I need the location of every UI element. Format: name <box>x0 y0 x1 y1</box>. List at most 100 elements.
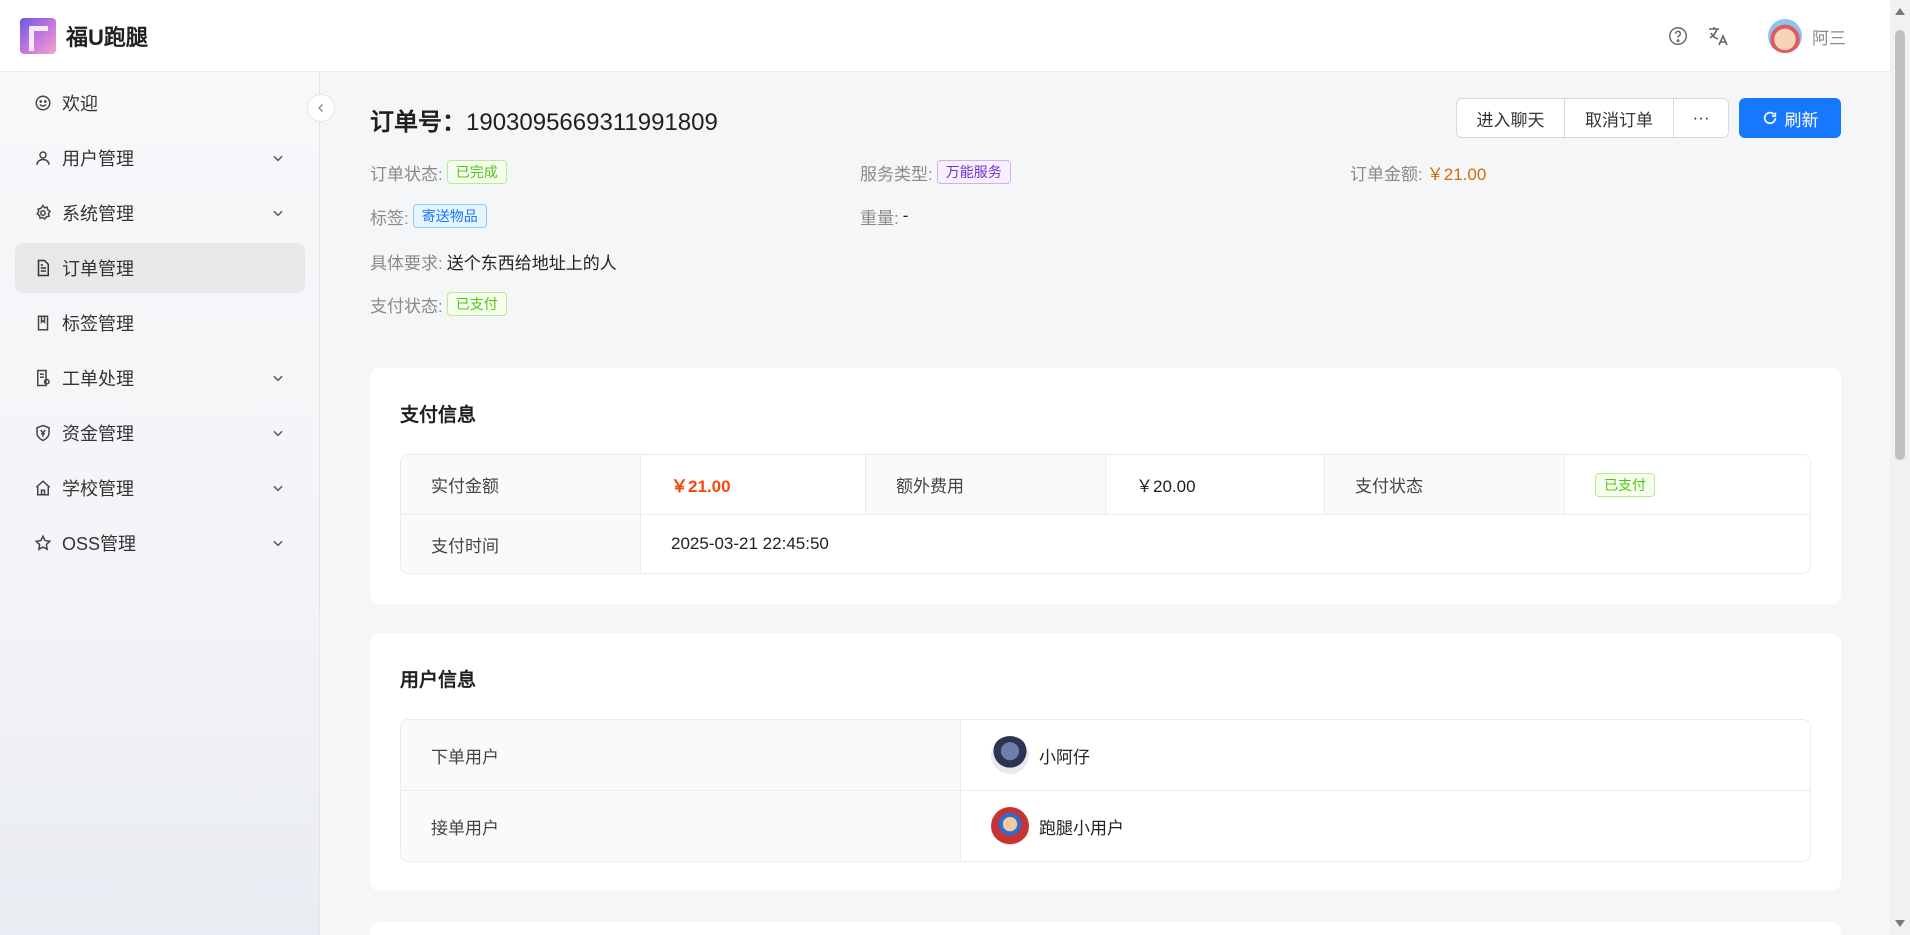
order-amount-field: 订单金额: ￥21.00 <box>1350 158 1486 186</box>
field-label: 具体要求: <box>370 253 443 273</box>
sidebar-item-welcome[interactable]: 欢迎 <box>15 78 305 128</box>
user-table: 下单用户 小阿仔 接单用户 跑腿小用户 <box>400 719 1811 862</box>
scroll-thumb[interactable] <box>1895 30 1905 460</box>
refresh-icon <box>1763 111 1776 125</box>
card-title: 支付信息 <box>400 405 477 426</box>
chevron-down-icon <box>271 535 285 555</box>
order-tag: 寄送物品 <box>412 204 487 228</box>
user-name[interactable]: 阿三 <box>1812 24 1846 49</box>
chevron-down-icon <box>271 425 285 445</box>
field-label: 服务类型: <box>860 164 933 184</box>
table-label: 支付状态 <box>1325 455 1565 514</box>
book-icon <box>34 314 52 332</box>
translate-icon[interactable] <box>1704 22 1732 50</box>
sidebar-item-school-management[interactable]: 学校管理 <box>15 463 305 513</box>
field-label: 订单金额: <box>1350 164 1423 184</box>
smile-icon <box>34 94 52 112</box>
weight-value: - <box>902 206 909 225</box>
order-number-label: 订单号： <box>370 109 466 136</box>
user-avatar[interactable] <box>1768 19 1802 53</box>
collapse-sidebar-button[interactable] <box>307 94 335 122</box>
table-label: 下单用户 <box>401 720 961 790</box>
payment-table: 实付金额 ￥21.00 额外费用 ￥20.00 支付状态 已支付 支付时间 20… <box>400 454 1811 574</box>
table-row: 下单用户 小阿仔 <box>401 720 1810 791</box>
table-label: 实付金额 <box>401 455 641 514</box>
home-icon <box>34 479 52 497</box>
order-amount-value: ￥21.00 <box>1426 164 1487 184</box>
sidebar-item-fund-management[interactable]: 资金管理 <box>15 408 305 458</box>
table-label: 支付时间 <box>401 515 641 573</box>
runner-user[interactable]: 跑腿小用户 <box>991 807 1124 845</box>
order-status-field: 订单状态: 已完成 <box>370 158 507 186</box>
user-info-card: 用户信息 下单用户 小阿仔 接单用户 跑腿小用户 <box>370 633 1841 891</box>
service-type-tag: 万能服务 <box>936 160 1011 184</box>
order-status-tag: 已完成 <box>446 160 507 184</box>
help-icon[interactable] <box>1664 22 1692 50</box>
tag-field: 标签: 寄送物品 <box>370 202 487 230</box>
chevron-down-icon <box>271 370 285 390</box>
star-icon <box>34 534 52 552</box>
field-label: 支付状态: <box>370 296 443 316</box>
sidebar-item-label: 用户管理 <box>62 149 134 169</box>
sidebar-item-order-management[interactable]: 订单管理 <box>15 243 305 293</box>
page-scrollbar[interactable] <box>1890 0 1910 935</box>
cancel-order-button[interactable]: 取消订单 <box>1565 99 1674 137</box>
scroll-up-arrow[interactable] <box>1895 8 1905 15</box>
runner-name: 跑腿小用户 <box>1039 818 1124 838</box>
main-content: 订单号：1903095669311991809 进入聊天 取消订单 ··· 刷新… <box>320 72 1890 935</box>
file-icon <box>34 259 52 277</box>
sidebar-item-label: 资金管理 <box>62 424 134 444</box>
orderer-name: 小阿仔 <box>1039 747 1090 767</box>
orderer-cell: 小阿仔 <box>961 720 1810 790</box>
table-row: 实付金额 ￥21.00 额外费用 ￥20.00 支付状态 已支付 <box>401 455 1810 515</box>
refresh-label: 刷新 <box>1784 110 1819 130</box>
sidebar-item-user-management[interactable]: 用户管理 <box>15 133 305 183</box>
sidebar-item-ticket-processing[interactable]: 工单处理 <box>15 353 305 403</box>
top-header: 福U跑腿 阿三 <box>0 0 1890 72</box>
app-title: 福U跑腿 <box>66 24 148 50</box>
field-label: 重量: <box>860 208 899 228</box>
enter-chat-button[interactable]: 进入聊天 <box>1457 99 1565 137</box>
ticket-icon <box>34 369 52 387</box>
scroll-down-arrow[interactable] <box>1895 920 1905 927</box>
page-title: 订单号：1903095669311991809 <box>370 102 718 137</box>
next-card <box>370 922 1841 935</box>
sidebar-item-tag-management[interactable]: 标签管理 <box>15 298 305 348</box>
payment-status-field: 支付状态: 已支付 <box>370 290 507 318</box>
extra-fee-value: ￥20.00 <box>1106 455 1325 514</box>
paid-amount-value: ￥21.00 <box>641 455 866 514</box>
runner-cell: 跑腿小用户 <box>961 791 1810 861</box>
chevron-left-icon <box>318 104 323 112</box>
table-label: 额外费用 <box>866 455 1106 514</box>
sidebar-item-label: 工单处理 <box>62 369 134 389</box>
user-icon <box>34 149 52 167</box>
payment-status-tag: 已支付 <box>1595 472 1655 497</box>
requirement-field: 具体要求: 送个东西给地址上的人 <box>370 247 617 275</box>
app-logo[interactable] <box>20 17 56 54</box>
orderer-user[interactable]: 小阿仔 <box>991 736 1090 774</box>
shield-yen-icon <box>34 424 52 442</box>
field-label: 标签: <box>370 208 409 228</box>
order-action-group: 进入聊天 取消订单 ··· <box>1456 98 1729 138</box>
sidebar-item-label: OSS管理 <box>62 534 137 554</box>
payment-status-cell: 已支付 <box>1565 455 1810 514</box>
sidebar-item-label: 学校管理 <box>62 479 134 499</box>
sidebar: 欢迎 用户管理 系统管理 订单管理 标签管理 工单处理 资金管理 学校管理 OS… <box>0 72 320 935</box>
table-label: 接单用户 <box>401 791 961 861</box>
order-number: 1903095669311991809 <box>466 109 718 136</box>
chevron-down-icon <box>271 150 285 170</box>
refresh-button[interactable]: 刷新 <box>1739 98 1841 138</box>
chevron-down-icon <box>271 480 285 500</box>
sidebar-item-system-management[interactable]: 系统管理 <box>15 188 305 238</box>
sidebar-item-label: 标签管理 <box>62 314 134 334</box>
avatar <box>991 736 1029 774</box>
table-row: 接单用户 跑腿小用户 <box>401 791 1810 861</box>
header-actions: 阿三 <box>1664 0 1890 72</box>
sidebar-item-label: 系统管理 <box>62 204 134 224</box>
more-button[interactable]: ··· <box>1674 99 1728 137</box>
sidebar-item-oss-management[interactable]: OSS管理 <box>15 518 305 568</box>
payment-time-value: 2025-03-21 22:45:50 <box>671 534 829 553</box>
service-type-field: 服务类型: 万能服务 <box>860 158 1011 186</box>
avatar <box>991 807 1029 845</box>
field-label: 订单状态: <box>370 164 443 184</box>
